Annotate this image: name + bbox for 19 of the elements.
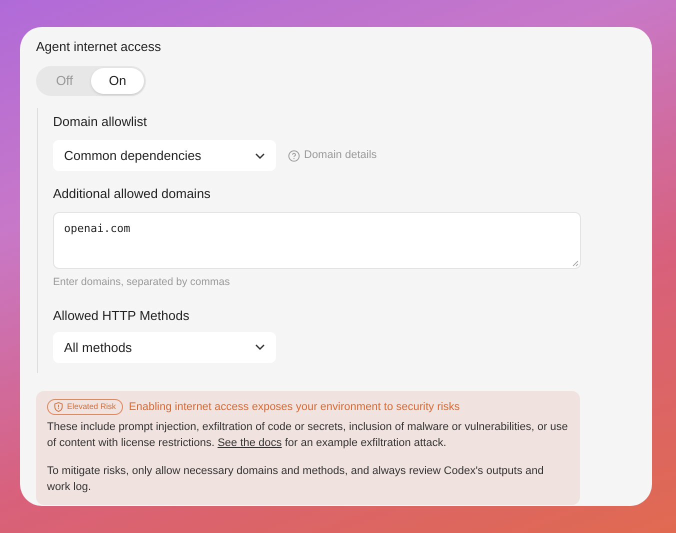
docs-link[interactable]: See the docs	[218, 437, 282, 450]
help-icon	[288, 150, 300, 162]
mitigation-text: To mitigate risks, only allow necessary domains and methods, and always review Codex's outputs and work log.	[47, 464, 545, 496]
chevron-down-icon	[255, 152, 265, 158]
warning-headline: Enabling internet access exposes your environment to security risks	[128, 400, 460, 415]
hint-text: Enter domains, separated by commas	[53, 275, 231, 290]
http-methods-select[interactable]: All methods	[53, 332, 276, 363]
field-label: Additional allowed domains	[53, 186, 212, 202]
risk-badge: Elevated Risk	[47, 399, 123, 415]
toggle-option[interactable]: On	[91, 68, 144, 94]
resize-handle-icon[interactable]	[572, 260, 579, 267]
shield-alert-icon	[54, 402, 63, 412]
chevron-down-icon	[255, 344, 265, 350]
domains-input-field[interactable]: openai.com	[53, 212, 581, 269]
field-label: Domain allowlist	[53, 114, 148, 130]
domain-allowlist-select[interactable]: Common dependencies	[53, 140, 276, 171]
field-label: Allowed HTTP Methods	[53, 308, 190, 324]
warning-text: These include prompt injection, exfiltration of code or secrets, inclusion of malware or vulnerabilities, or use of content with license restrictions. See the docs for an example exfiltration attack.	[47, 420, 569, 452]
section-title: Agent internet access	[36, 39, 162, 55]
